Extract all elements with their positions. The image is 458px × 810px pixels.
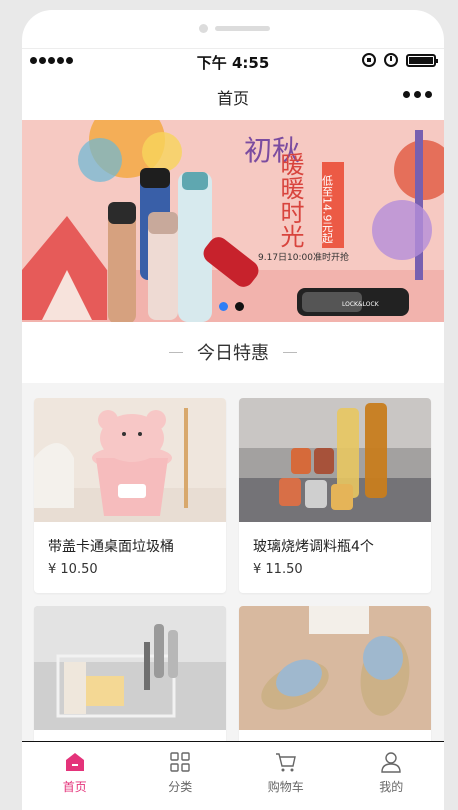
banner-promo: 低至14.9元起	[321, 175, 334, 244]
product-image-trash-bin	[34, 398, 226, 522]
banner-brand: LOCK&LOCK	[342, 301, 380, 308]
cart-icon	[275, 751, 297, 773]
status-bar: 下午 4:55	[22, 48, 444, 72]
grid-icon	[169, 751, 191, 773]
phone-frame: 下午 4:55 首页 初秋 暖暖时光 低至14.9元起 9.17日10:00准时…	[22, 10, 444, 810]
bottom-tab-bar: 首页 分类 购物车 我的	[22, 741, 444, 801]
status-icons	[362, 53, 438, 67]
product-card[interactable]: 玻璃烧烤调料瓶4个 ¥ 11.50	[239, 398, 431, 593]
section-title: 今日特惠	[197, 343, 269, 364]
banner-start-time: 9.17日10:00准时开抢	[258, 251, 349, 263]
more-options-button[interactable]	[403, 91, 432, 98]
alarm-icon	[384, 53, 398, 67]
banner-illustration: 初秋 暖暖时光 低至14.9元起 9.17日10:00准时开抢 LOCK&LOC…	[22, 120, 444, 322]
tab-cart[interactable]: 购物车	[233, 742, 339, 801]
tab-label: 购物车	[267, 780, 304, 794]
carousel-dot[interactable]	[235, 302, 244, 311]
tab-label: 首页	[62, 780, 87, 794]
section-header: 今日特惠	[22, 337, 444, 367]
divider-right	[283, 351, 297, 353]
product-card[interactable]	[239, 606, 431, 746]
tab-profile[interactable]: 我的	[339, 742, 445, 801]
product-image-sink-rack	[34, 606, 226, 730]
rotation-lock-icon	[362, 53, 376, 67]
product-image-slippers	[239, 606, 431, 730]
user-icon	[380, 751, 402, 773]
phone-top-bezel	[22, 10, 444, 48]
page-title: 首页	[216, 89, 249, 108]
tab-label: 分类	[168, 780, 193, 794]
carousel-indicator[interactable]	[219, 302, 244, 311]
promo-banner[interactable]: 初秋 暖暖时光 低至14.9元起 9.17日10:00准时开抢 LOCK&LOC…	[22, 120, 444, 322]
home-icon	[64, 751, 86, 773]
product-price: ¥ 11.50	[253, 562, 303, 577]
product-name: 玻璃烧烤调料瓶4个	[253, 539, 374, 555]
product-price: ¥ 10.50	[48, 562, 98, 577]
banner-heading-right: 暖暖时光	[276, 152, 304, 248]
product-grid: 带盖卡通桌面垃圾桶 ¥ 10.50 玻璃烧烤调料瓶4个 ¥ 11.50	[22, 383, 444, 746]
carousel-dot-active[interactable]	[219, 302, 228, 311]
navigation-bar: 首页	[22, 72, 444, 120]
product-name: 带盖卡通桌面垃圾桶	[48, 539, 174, 555]
tab-home[interactable]: 首页	[22, 742, 128, 801]
product-image-spice-jars	[239, 398, 431, 522]
product-card[interactable]: 带盖卡通桌面垃圾桶 ¥ 10.50	[34, 398, 226, 593]
product-card[interactable]	[34, 606, 226, 746]
battery-icon	[406, 53, 438, 67]
tab-label: 我的	[379, 780, 404, 794]
tab-category[interactable]: 分类	[128, 742, 234, 801]
speaker-bar	[215, 26, 270, 31]
divider-left	[169, 351, 183, 353]
camera-dot	[199, 24, 208, 33]
